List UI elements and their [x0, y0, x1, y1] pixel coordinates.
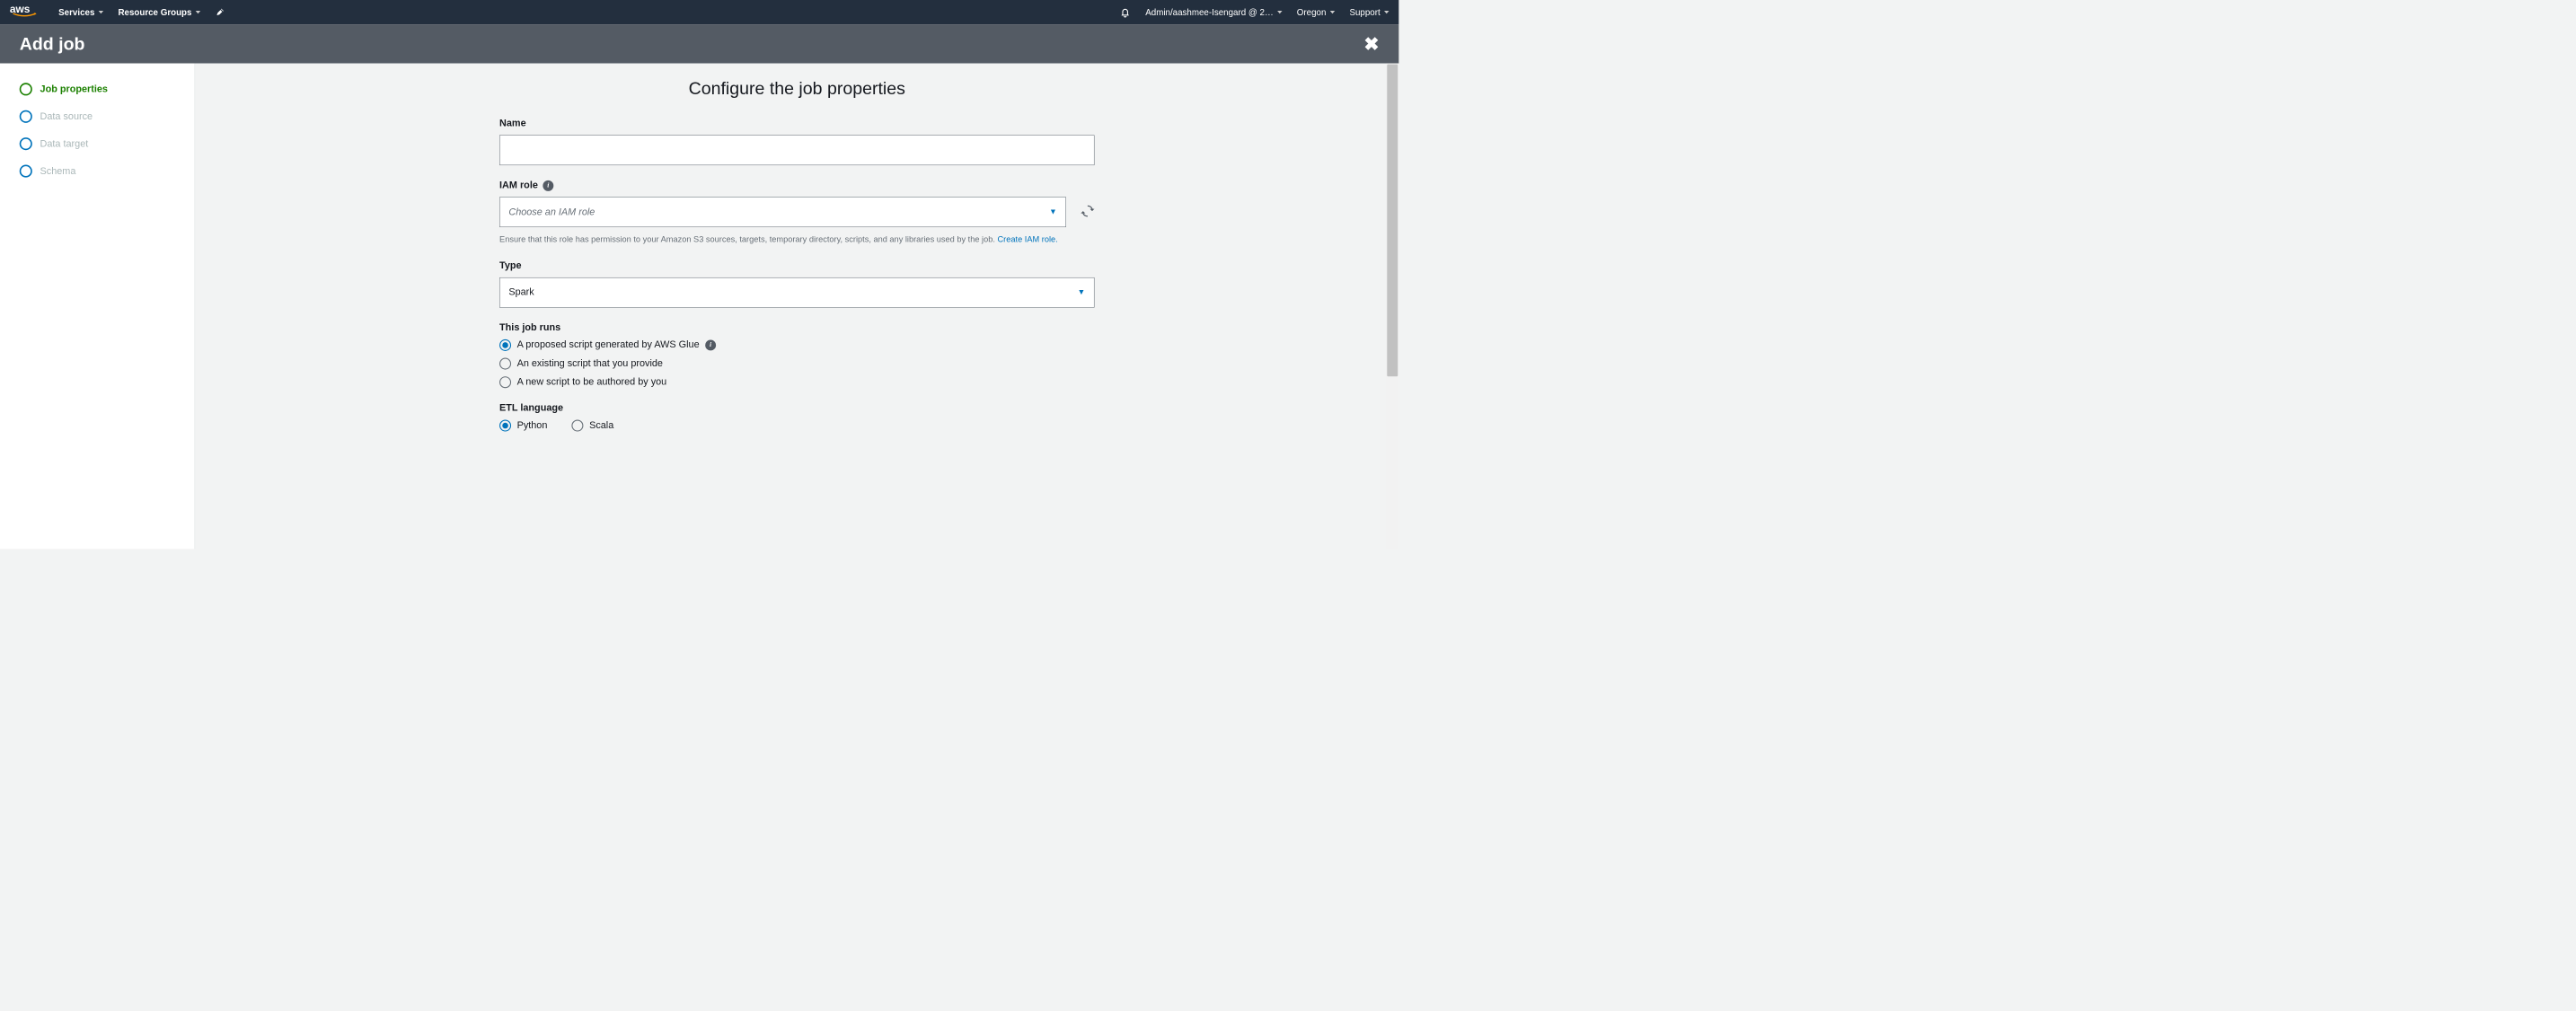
- field-name: Name: [499, 118, 1094, 165]
- nav-resource-groups-label: Resource Groups: [118, 7, 191, 17]
- name-label: Name: [499, 118, 1094, 128]
- nav-services[interactable]: Services: [58, 7, 103, 17]
- caret-down-icon: [1330, 11, 1335, 13]
- field-type: Type Spark ▼: [499, 260, 1094, 308]
- step-label: Data target: [40, 138, 89, 149]
- nav-region[interactable]: Oregon: [1297, 7, 1335, 17]
- body-layout: Job properties Data source Data target S…: [0, 64, 1398, 549]
- radio-label: Scala: [589, 420, 613, 431]
- chevron-down-icon: ▼: [1049, 207, 1057, 216]
- radio-label: Python: [517, 420, 548, 431]
- nav-region-label: Oregon: [1297, 7, 1327, 17]
- step-data-target[interactable]: Data target: [20, 137, 181, 150]
- create-iam-role-link[interactable]: Create IAM role.: [997, 234, 1057, 243]
- step-job-properties[interactable]: Job properties: [20, 83, 181, 95]
- type-value: Spark: [508, 286, 534, 297]
- info-icon[interactable]: i: [543, 180, 553, 191]
- iam-role-select[interactable]: Choose an IAM role ▼: [499, 197, 1066, 227]
- title-bar: Add job ✖: [0, 24, 1398, 63]
- nav-support[interactable]: Support: [1349, 7, 1389, 17]
- step-circle-icon: [20, 165, 32, 178]
- caret-down-icon: [196, 11, 200, 13]
- radio-existing-script[interactable]: [499, 357, 511, 369]
- close-icon[interactable]: ✖: [1363, 33, 1379, 55]
- iam-role-label: IAM role: [499, 180, 538, 190]
- nav-account[interactable]: Admin/aashmee-Isengard @ 2…: [1145, 7, 1282, 17]
- step-data-source[interactable]: Data source: [20, 110, 181, 123]
- nav-account-label: Admin/aashmee-Isengard @ 2…: [1145, 7, 1273, 17]
- chevron-down-icon: ▼: [1078, 288, 1086, 297]
- radio-label: A proposed script generated by AWS Glue: [517, 339, 700, 350]
- step-label: Schema: [40, 165, 76, 176]
- nav-right: Admin/aashmee-Isengard @ 2… Oregon Suppo…: [1119, 6, 1389, 18]
- nav-services-label: Services: [58, 7, 94, 17]
- type-select[interactable]: Spark ▼: [499, 277, 1094, 308]
- field-etl-language: ETL language Python Scala: [499, 402, 1094, 438]
- pin-icon[interactable]: [216, 7, 226, 18]
- radio-python[interactable]: [499, 419, 511, 431]
- nav-resource-groups[interactable]: Resource Groups: [118, 7, 200, 17]
- caret-down-icon: [99, 11, 103, 13]
- nav-support-label: Support: [1349, 7, 1380, 17]
- field-job-runs: This job runs A proposed script generate…: [499, 322, 1094, 388]
- scrollbar[interactable]: [1386, 64, 1398, 549]
- nav-left: Services Resource Groups: [58, 7, 225, 18]
- aws-logo-text: aws: [10, 3, 31, 15]
- bell-icon[interactable]: [1119, 6, 1131, 18]
- wizard-sidebar: Job properties Data source Data target S…: [0, 64, 195, 549]
- step-schema[interactable]: Schema: [20, 165, 181, 178]
- aws-logo[interactable]: aws: [10, 3, 40, 17]
- caret-down-icon: [1277, 11, 1282, 13]
- radio-label: A new script to be authored by you: [517, 376, 667, 387]
- step-circle-icon: [20, 137, 32, 150]
- radio-proposed-script[interactable]: [499, 339, 511, 351]
- type-label: Type: [499, 260, 1094, 271]
- scrollbar-thumb[interactable]: [1387, 65, 1398, 377]
- main-panel: Configure the job properties Name IAM ro…: [195, 64, 1398, 549]
- top-nav: aws Services Resource Groups Admin/aashm…: [0, 0, 1398, 24]
- caret-down-icon: [1384, 11, 1389, 13]
- step-circle-icon: [20, 83, 32, 95]
- step-label: Data source: [40, 111, 93, 122]
- iam-role-hint: Ensure that this role has permission to …: [499, 233, 1094, 246]
- step-label: Job properties: [40, 84, 108, 94]
- info-icon[interactable]: i: [705, 339, 716, 350]
- radio-new-script[interactable]: [499, 376, 511, 388]
- form-heading: Configure the job properties: [499, 78, 1094, 99]
- radio-label: An existing script that you provide: [517, 358, 663, 369]
- job-runs-label: This job runs: [499, 322, 1094, 333]
- field-iam-role: IAM role i Choose an IAM role ▼ Ensure t…: [499, 180, 1094, 245]
- page-title: Add job: [20, 33, 85, 54]
- iam-role-placeholder: Choose an IAM role: [508, 207, 595, 217]
- radio-scala[interactable]: [572, 419, 584, 431]
- iam-hint-text: Ensure that this role has permission to …: [499, 234, 997, 243]
- name-input[interactable]: [499, 135, 1094, 165]
- etl-language-label: ETL language: [499, 402, 1094, 413]
- step-circle-icon: [20, 110, 32, 123]
- refresh-icon[interactable]: [1081, 204, 1094, 220]
